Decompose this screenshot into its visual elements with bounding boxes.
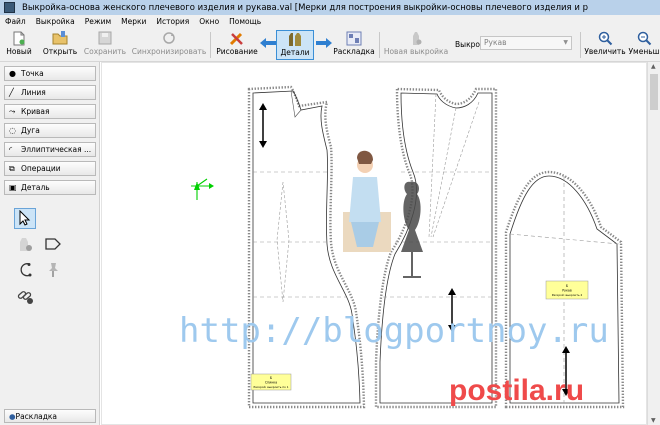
union-tool-button[interactable] — [42, 234, 64, 255]
save-button[interactable]: Сохранить — [82, 30, 128, 60]
menu-bar: Файл Выкройка Режим Мерки История Окно П… — [0, 15, 660, 28]
tool-sidebar: ● Точка ╱ Линия ⤳ Кривая ◌ Дуга ◜ Эллиптическ… — [0, 62, 100, 425]
drawing-canvas[interactable]: Б Спинка Раскрой: выкроить по 1 Б Рукав … — [101, 62, 647, 425]
draw-mode-button[interactable]: Рисование — [216, 30, 258, 60]
details-mode-button[interactable]: Детали — [276, 30, 314, 60]
detail-label-sleeve: Б Рукав Раскрой: выкроить 2 — [545, 280, 589, 300]
layout-tab-button[interactable]: ● Раскладка — [4, 409, 96, 423]
pattern-drawing: Б Спинка Раскрой: выкроить по 1 Б Рукав … — [101, 62, 647, 425]
toolbar-separator — [379, 32, 380, 58]
union-shapes-icon — [44, 237, 62, 253]
detail-icon: ▣ — [9, 183, 17, 192]
pointer-tool-button[interactable] — [14, 208, 36, 229]
new-pattern-button[interactable]: Новая выкройка — [384, 30, 448, 60]
new-detail-tool-button[interactable] — [14, 234, 36, 255]
layout-mode-button[interactable]: Раскладка — [333, 30, 375, 60]
curve-icon: ⤳ — [9, 106, 16, 116]
arc-icon: ◌ — [9, 126, 16, 135]
right-arrow-icon — [316, 38, 332, 50]
detail-label-back: Б Спинка Раскрой: выкроить по 1 — [250, 373, 292, 391]
zoom-out-icon — [637, 30, 652, 46]
label-sleeve-line2: Рукав — [562, 289, 572, 293]
menu-measurements[interactable]: Мерки — [116, 17, 151, 26]
scroll-thumb[interactable] — [650, 74, 658, 110]
garment-pieces-icon — [287, 31, 303, 47]
vertical-scrollbar[interactable]: ▲ ▼ — [647, 62, 660, 425]
sync-icon — [162, 30, 176, 46]
elliptical-arc-icon: ◜ — [9, 145, 13, 154]
label-back-line1: Б — [270, 376, 272, 380]
menu-mode[interactable]: Режим — [80, 17, 116, 26]
layout-sheet-icon — [346, 30, 362, 46]
zoom-in-button[interactable]: Увеличить — [584, 30, 626, 60]
toolbar-separator — [580, 32, 581, 58]
front-bodice-piece — [374, 87, 498, 409]
point-icon: ● — [9, 69, 16, 78]
tool-group-detail[interactable]: ▣ Деталь — [4, 180, 96, 195]
tool-group-elliptical[interactable]: ◜ Эллиптическая ... — [4, 142, 96, 157]
menu-pattern[interactable]: Выкройка — [31, 17, 80, 26]
pin-tool-button[interactable] — [42, 260, 64, 281]
origin-axis-marker — [191, 178, 214, 200]
tool-group-line[interactable]: ╱ Линия — [4, 85, 96, 100]
pin-icon — [46, 262, 60, 280]
operations-icon: ⧉ — [9, 163, 15, 173]
zoom-out-button[interactable]: Уменьш — [628, 30, 660, 60]
title-bar: Выкройка-основа женского плечевого издел… — [0, 0, 660, 15]
left-arrow-icon — [260, 38, 276, 50]
link-tool-button[interactable] — [14, 286, 36, 307]
label-back-line2: Спинка — [265, 381, 277, 385]
tool-group-curve[interactable]: ⤳ Кривая — [4, 104, 96, 119]
label-back-line3: Раскрой: выкроить по 1 — [254, 385, 289, 389]
open-folder-icon — [52, 30, 68, 46]
path-icon — [17, 262, 33, 280]
pattern-select[interactable]: Рукав ▼ — [480, 36, 572, 50]
menu-history[interactable]: История — [151, 17, 194, 26]
toolbar-separator — [210, 32, 211, 58]
new-file-icon — [12, 30, 26, 46]
line-icon: ╱ — [9, 88, 14, 97]
new-button[interactable]: Новый — [5, 30, 33, 60]
menu-window[interactable]: Окно — [194, 17, 224, 26]
window-title: Выкройка-основа женского плечевого издел… — [22, 2, 588, 13]
chevron-down-icon: ▼ — [563, 39, 568, 46]
app-icon — [4, 2, 15, 13]
watermark-postila: postila.ru — [449, 374, 584, 407]
zoom-in-icon — [598, 30, 613, 46]
scroll-down-icon[interactable]: ▼ — [651, 417, 656, 424]
new-pattern-icon — [409, 30, 423, 46]
sync-button[interactable]: Синхронизировать — [132, 30, 206, 60]
save-icon — [98, 30, 112, 46]
label-sleeve-line3: Раскрой: выкроить 2 — [552, 293, 583, 297]
cursor-arrow-icon — [19, 209, 31, 228]
tool-group-operations[interactable]: ⧉ Операции — [4, 161, 96, 176]
new-detail-icon — [17, 236, 33, 254]
label-sleeve-line1: Б — [566, 284, 568, 288]
pencil-ruler-icon — [229, 30, 245, 46]
seam-allowance-tool-button[interactable] — [14, 260, 36, 281]
menu-file[interactable]: Файл — [0, 17, 31, 26]
menu-help[interactable]: Помощь — [224, 17, 266, 26]
watermark-blog: http://blogportnoy.ru — [179, 311, 609, 351]
tool-group-arc[interactable]: ◌ Дуга — [4, 123, 96, 138]
seamstress-illustration — [343, 150, 423, 278]
tool-group-point[interactable]: ● Точка — [4, 66, 96, 81]
link-chain-icon — [17, 288, 34, 306]
scroll-up-icon[interactable]: ▲ — [651, 63, 656, 70]
open-button[interactable]: Открыть — [42, 30, 78, 60]
